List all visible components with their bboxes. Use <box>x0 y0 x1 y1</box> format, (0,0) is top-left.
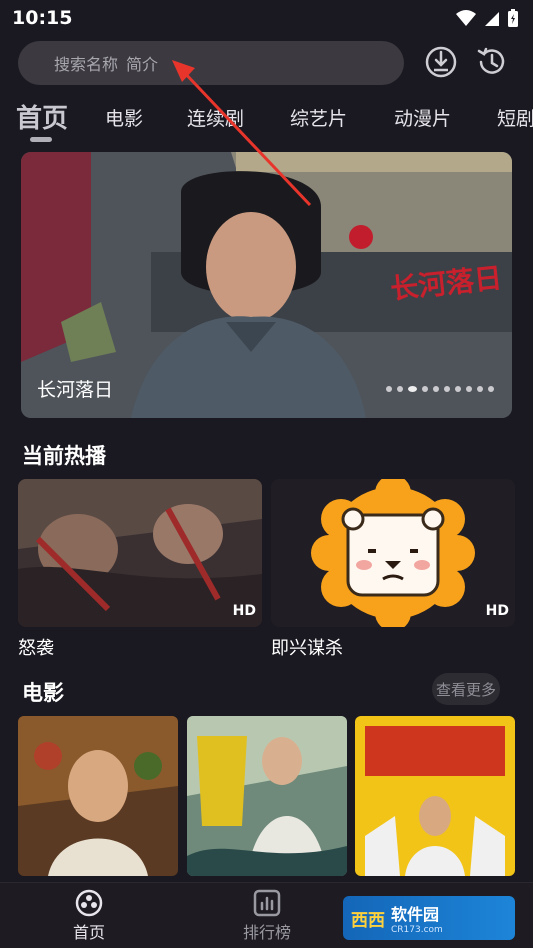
hot-card-1-image <box>18 479 262 627</box>
nav-ranking-label: 排行榜 <box>242 923 291 942</box>
pagination-dot <box>455 386 461 392</box>
hd-badge: HD <box>232 603 256 619</box>
pagination-dot <box>477 386 483 392</box>
signal-icon <box>485 12 499 26</box>
search-placeholder: 搜索名称 <box>54 55 119 74</box>
search-row: 搜索名称 简介 <box>18 40 515 86</box>
watermark-sub: CR173.com <box>391 925 443 935</box>
wifi-icon <box>456 10 476 26</box>
movie-poster-2-image <box>187 716 347 876</box>
movie-poster-3-image <box>355 716 515 876</box>
pagination-dot <box>488 386 494 392</box>
hot-name-2[interactable]: 即兴谋杀 <box>271 634 343 660</box>
view-more-button[interactable]: 查看更多 <box>432 673 500 705</box>
pagination-dot <box>386 386 392 392</box>
status-bar: 10:15 <box>0 0 533 36</box>
hot-card-1[interactable]: HD <box>18 479 262 627</box>
category-tabs: 首页 电影 连续剧 综艺片 动漫片 短剧 <box>0 94 533 144</box>
hd-badge: HD <box>485 603 509 619</box>
movie-poster-1[interactable] <box>18 716 178 876</box>
pagination-dot <box>397 386 403 392</box>
history-icon[interactable] <box>474 44 510 80</box>
tab-anime[interactable]: 动漫片 <box>394 104 451 131</box>
hot-card-2[interactable]: HD <box>271 479 515 627</box>
watermark-main: 软件园 <box>391 905 440 924</box>
tab-home[interactable]: 首页 <box>16 98 68 135</box>
tab-series[interactable]: 连续剧 <box>187 104 244 131</box>
section-title-hot: 当前热播 <box>22 444 106 468</box>
tab-movies[interactable]: 电影 <box>105 104 143 131</box>
watermark-badge: 西西 <box>351 910 385 931</box>
movie-poster-3[interactable] <box>355 716 515 876</box>
nav-home[interactable]: 首页 <box>44 889 134 943</box>
tab-indicator <box>30 137 52 142</box>
section-title-movies: 电影 <box>22 681 64 705</box>
lion-placeholder-icon <box>311 479 475 627</box>
banner[interactable]: 长河落日 长河落日 <box>21 152 512 418</box>
movie-poster-1-image <box>18 716 178 876</box>
pagination-dot <box>422 386 428 392</box>
pagination-dot-active <box>408 386 417 392</box>
pagination-dot <box>466 386 472 392</box>
search-placeholder-sub: 简介 <box>126 55 159 74</box>
nav-home-label: 首页 <box>72 923 105 942</box>
banner-pagination <box>386 386 494 392</box>
search-input[interactable]: 搜索名称 简介 <box>18 41 404 85</box>
status-icons <box>455 8 519 28</box>
ranking-icon <box>253 889 281 917</box>
status-time: 10:15 <box>12 7 73 29</box>
battery-icon <box>508 9 518 27</box>
download-icon[interactable] <box>423 44 459 80</box>
home-icon <box>75 889 103 917</box>
banner-title: 长河落日 <box>37 379 114 401</box>
movie-poster-2[interactable] <box>187 716 347 876</box>
tab-variety[interactable]: 综艺片 <box>290 104 347 131</box>
watermark-logo: 西西 软件园 CR173.com <box>343 896 515 940</box>
pagination-dot <box>433 386 439 392</box>
pagination-dot <box>444 386 450 392</box>
nav-ranking[interactable]: 排行榜 <box>222 889 312 943</box>
tab-short[interactable]: 短剧 <box>497 104 533 131</box>
hot-name-1[interactable]: 怒袭 <box>18 634 54 660</box>
